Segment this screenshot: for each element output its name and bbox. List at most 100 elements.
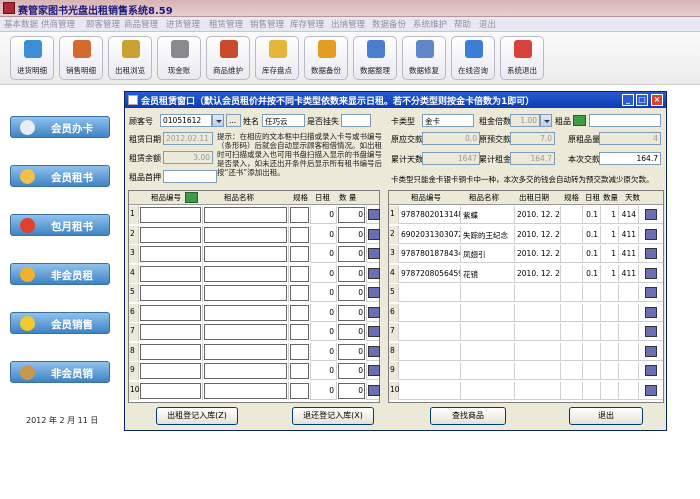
- cell-name[interactable]: [203, 362, 289, 380]
- deposit-field[interactable]: [163, 170, 217, 183]
- menu-item-7[interactable]: 库存管理: [290, 18, 324, 30]
- cell-qty[interactable]: 0: [337, 303, 367, 322]
- cell-code[interactable]: [139, 225, 203, 244]
- menu-item-8[interactable]: 出纳管理: [331, 18, 365, 30]
- toolbar-button-8[interactable]: 数据修复: [402, 36, 446, 80]
- cell-code[interactable]: [139, 303, 203, 322]
- cell-qty[interactable]: 0: [337, 225, 367, 244]
- sidebar-button-4[interactable]: 会员销售: [10, 312, 110, 334]
- menu-item-0[interactable]: 基本数据: [4, 18, 38, 30]
- delete-row-icon[interactable]: [368, 326, 380, 337]
- rent-item-field[interactable]: [589, 114, 661, 127]
- delete-row-icon[interactable]: [645, 326, 657, 337]
- cell-qty[interactable]: 0: [337, 381, 367, 400]
- card-no-field[interactable]: 01051612: [160, 114, 212, 127]
- delete-row-icon[interactable]: [368, 384, 380, 396]
- cell-name[interactable]: [203, 225, 289, 244]
- cell-spec[interactable]: [289, 225, 311, 244]
- sidebar-button-1[interactable]: 会员租书: [10, 165, 110, 187]
- delete-row-icon[interactable]: [645, 365, 657, 376]
- rent-register-button[interactable]: 出租登记入库(Z): [156, 407, 238, 425]
- exit-button[interactable]: 退出: [569, 407, 643, 425]
- cell-input-box[interactable]: [204, 343, 287, 360]
- delete-row-icon[interactable]: [368, 345, 380, 357]
- cell-qty[interactable]: 0: [337, 342, 367, 361]
- card-type-field[interactable]: 金卡: [422, 114, 474, 127]
- go-icon[interactable]: [573, 115, 586, 126]
- delete-row-icon[interactable]: [368, 228, 380, 240]
- cell-input-box[interactable]: [290, 304, 309, 321]
- table-row[interactable]: 9: [389, 362, 663, 380]
- delete-row-icon[interactable]: [645, 345, 657, 357]
- cell-code[interactable]: [139, 206, 203, 224]
- delete-row-icon[interactable]: [368, 209, 380, 220]
- cell-input-box[interactable]: [204, 324, 287, 340]
- cell-input-box[interactable]: [140, 343, 201, 360]
- cell-qty[interactable]: 0: [337, 206, 367, 224]
- toolbar-button-5[interactable]: 库存盘点: [255, 36, 299, 80]
- cell-input-box[interactable]: [290, 207, 309, 223]
- cell-qty[interactable]: 0: [337, 245, 367, 263]
- toolbar-button-7[interactable]: 数据整理: [353, 36, 397, 80]
- menu-item-4[interactable]: 进货管理: [166, 18, 200, 30]
- cell-name[interactable]: [203, 303, 289, 322]
- cell-input-box[interactable]: [290, 343, 309, 360]
- overdue-field[interactable]: [341, 114, 371, 127]
- cell-input-box[interactable]: [204, 363, 287, 379]
- table-row[interactable]: 1 9787802013148 紫蝶 2010. 12. 25 0.1 1 414: [389, 206, 663, 224]
- cell-input-box[interactable]: [204, 382, 287, 399]
- cell-input-box[interactable]: [290, 285, 309, 301]
- delete-row-icon[interactable]: [645, 384, 657, 396]
- menu-item-11[interactable]: 帮助: [454, 18, 471, 30]
- cell-input-box[interactable]: [140, 246, 201, 262]
- cell-spec[interactable]: [289, 245, 311, 263]
- sidebar-button-3[interactable]: 非会员租: [10, 263, 110, 285]
- cell-code[interactable]: [139, 323, 203, 341]
- cell-input-box[interactable]: [204, 246, 287, 262]
- cell-spec[interactable]: [289, 206, 311, 224]
- cell-input-box[interactable]: [204, 285, 287, 301]
- toolbar-button-6[interactable]: 数据备份: [304, 36, 348, 80]
- cell-input-box[interactable]: [204, 304, 287, 321]
- delete-row-icon[interactable]: [368, 267, 380, 279]
- cell-input-box[interactable]: [140, 265, 201, 282]
- toolbar-button-1[interactable]: 销售明细: [59, 36, 103, 80]
- multiplier-dropdown[interactable]: [540, 114, 552, 127]
- table-row[interactable]: 10: [389, 381, 663, 400]
- cell-name[interactable]: [203, 284, 289, 302]
- delete-row-icon[interactable]: [645, 287, 657, 298]
- sidebar-button-2[interactable]: 包月租书: [10, 214, 110, 236]
- cell-spec[interactable]: [289, 323, 311, 341]
- toolbar-button-9[interactable]: 在线咨询: [451, 36, 495, 80]
- cell-input-box[interactable]: [140, 285, 201, 301]
- toolbar-button-3[interactable]: 现金账: [157, 36, 201, 80]
- delete-row-icon[interactable]: [645, 228, 657, 240]
- cell-qty[interactable]: 0: [337, 264, 367, 283]
- cell-input-box[interactable]: [204, 226, 287, 243]
- cell-input-box[interactable]: [290, 363, 309, 379]
- menu-item-12[interactable]: 退出: [479, 18, 496, 30]
- cell-name[interactable]: [203, 206, 289, 224]
- menu-item-5[interactable]: 租赁管理: [209, 18, 243, 30]
- toolbar-button-4[interactable]: 商品维护: [206, 36, 250, 80]
- cell-input-box[interactable]: [290, 382, 309, 399]
- prev-rent-fee-field[interactable]: 7.0: [510, 132, 555, 145]
- table-row[interactable]: 8: [389, 342, 663, 361]
- toolbar-button-0[interactable]: 进货明细: [10, 36, 54, 80]
- cell-qty[interactable]: 0: [337, 323, 367, 341]
- prev-rent-count-field[interactable]: 4: [599, 132, 661, 145]
- cell-input-box[interactable]: [290, 265, 309, 282]
- delete-row-icon[interactable]: [368, 306, 380, 318]
- cell-input-box[interactable]: [204, 207, 287, 223]
- cell-input-box[interactable]: [290, 246, 309, 262]
- table-row[interactable]: 5: [389, 284, 663, 302]
- cell-code[interactable]: [139, 342, 203, 361]
- toolbar-button-2[interactable]: 出租浏览: [108, 36, 152, 80]
- close-button[interactable]: ×: [651, 94, 663, 106]
- cell-name[interactable]: [203, 323, 289, 341]
- cell-code[interactable]: [139, 264, 203, 283]
- cell-spec[interactable]: [289, 284, 311, 302]
- maximize-button[interactable]: □: [636, 94, 648, 106]
- cell-input-box[interactable]: [140, 363, 201, 379]
- go-icon[interactable]: [185, 192, 198, 203]
